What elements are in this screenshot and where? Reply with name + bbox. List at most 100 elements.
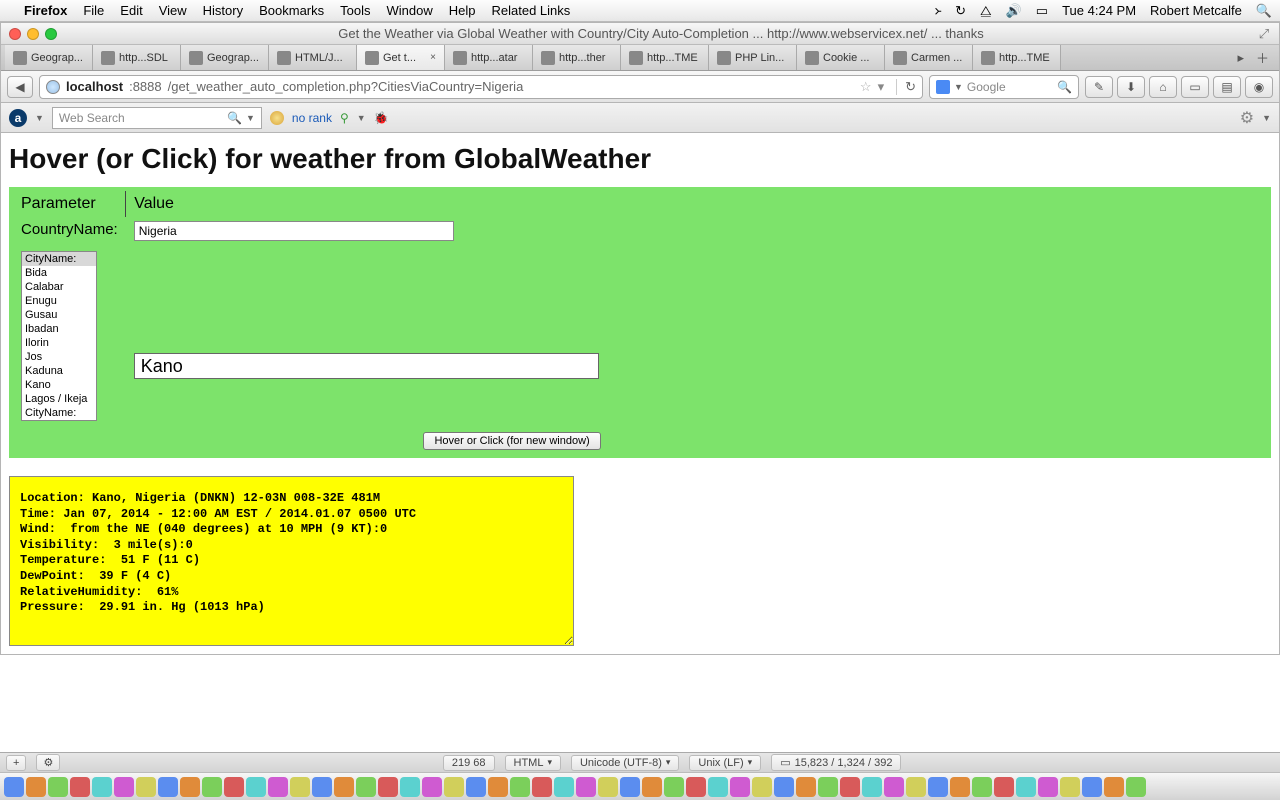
city-listbox-option[interactable]: Kaduna bbox=[22, 364, 96, 378]
dock-app[interactable] bbox=[950, 777, 970, 797]
dock-app[interactable] bbox=[290, 777, 310, 797]
menu-window[interactable]: Window bbox=[387, 3, 433, 18]
city-input[interactable] bbox=[134, 353, 599, 379]
status-mode[interactable]: HTML ▾ bbox=[505, 755, 561, 771]
back-button[interactable]: ◀ bbox=[7, 76, 33, 98]
dock-app[interactable] bbox=[114, 777, 134, 797]
dock-app[interactable] bbox=[488, 777, 508, 797]
bluetooth-icon[interactable]: ᚛ bbox=[934, 3, 941, 19]
browser-tab[interactable]: Carmen ... bbox=[885, 45, 973, 70]
browser-tab[interactable]: Cookie ... bbox=[797, 45, 885, 70]
dock-app[interactable] bbox=[1038, 777, 1058, 797]
menu-related-links[interactable]: Related Links bbox=[492, 3, 571, 18]
no-rank-label[interactable]: no rank bbox=[292, 111, 332, 125]
hover-or-click-button[interactable]: Hover or Click (for new window) bbox=[423, 432, 600, 450]
dock-app[interactable] bbox=[422, 777, 442, 797]
new-tab-button[interactable]: ＋ bbox=[1252, 48, 1273, 67]
toolbar2-options-dropdown-icon[interactable]: ▼ bbox=[357, 113, 366, 123]
dock-app[interactable] bbox=[1126, 777, 1146, 797]
dock-app[interactable] bbox=[224, 777, 244, 797]
toolbar2-bug-icon[interactable]: 🐞 bbox=[374, 111, 389, 125]
dock-app[interactable] bbox=[730, 777, 750, 797]
browser-tab[interactable]: http...TME bbox=[621, 45, 709, 70]
dock-app[interactable] bbox=[576, 777, 596, 797]
dock-app[interactable] bbox=[510, 777, 530, 797]
dropdown-icon[interactable]: ▾ bbox=[878, 79, 885, 95]
status-line-col[interactable]: 219 68 bbox=[443, 755, 495, 771]
dock-app[interactable] bbox=[620, 777, 640, 797]
dock-app[interactable] bbox=[136, 777, 156, 797]
toolbar2-gear-icon[interactable]: ⚙ bbox=[1240, 108, 1254, 128]
dock-app[interactable] bbox=[708, 777, 728, 797]
minimize-window-button[interactable] bbox=[27, 28, 39, 40]
menu-view[interactable]: View bbox=[159, 3, 187, 18]
dock-app[interactable] bbox=[598, 777, 618, 797]
browser-tab[interactable]: Geograp... bbox=[5, 45, 93, 70]
dock-app[interactable] bbox=[312, 777, 332, 797]
menu-help[interactable]: Help bbox=[449, 3, 476, 18]
dock-app[interactable] bbox=[532, 777, 552, 797]
city-listbox-option[interactable]: Kano bbox=[22, 378, 96, 392]
dock-app[interactable] bbox=[642, 777, 662, 797]
dock-app[interactable] bbox=[928, 777, 948, 797]
city-listbox-option[interactable]: Jos bbox=[22, 350, 96, 364]
search-go-icon[interactable]: 🔍 bbox=[1057, 80, 1072, 94]
dock-app[interactable] bbox=[906, 777, 926, 797]
toolbar-btn-5[interactable]: ▤ bbox=[1213, 76, 1241, 98]
dock-app[interactable] bbox=[48, 777, 68, 797]
browser-tab[interactable]: HTML/J... bbox=[269, 45, 357, 70]
browser-tab[interactable]: http...atar bbox=[445, 45, 533, 70]
menubar-clock[interactable]: Tue 4:24 PM bbox=[1062, 3, 1136, 18]
dock-app[interactable] bbox=[466, 777, 486, 797]
dock-app[interactable] bbox=[268, 777, 288, 797]
tab-overflow-button[interactable]: ▸ bbox=[1233, 50, 1248, 66]
toolbar-btn-1[interactable]: ✎ bbox=[1085, 76, 1113, 98]
dock-app[interactable] bbox=[26, 777, 46, 797]
dock-app[interactable] bbox=[378, 777, 398, 797]
menu-edit[interactable]: Edit bbox=[120, 3, 142, 18]
dock-app[interactable] bbox=[400, 777, 420, 797]
dock-app[interactable] bbox=[796, 777, 816, 797]
downloads-button[interactable]: ⬇ bbox=[1117, 76, 1145, 98]
bookmark-star-icon[interactable]: ☆ bbox=[860, 79, 872, 95]
dock-app[interactable] bbox=[444, 777, 464, 797]
web-search-dropdown-icon[interactable]: ▼ bbox=[246, 113, 255, 123]
search-box[interactable]: ▼ Google 🔍 bbox=[929, 75, 1079, 99]
dock-app[interactable] bbox=[92, 777, 112, 797]
dock-app[interactable] bbox=[686, 777, 706, 797]
dock-app[interactable] bbox=[4, 777, 24, 797]
toolbar2-pin-icon[interactable]: ⚲ bbox=[340, 111, 349, 125]
browser-tab[interactable]: http...SDL bbox=[93, 45, 181, 70]
wifi-icon[interactable]: ⧋ bbox=[980, 3, 992, 19]
dock-app[interactable] bbox=[752, 777, 772, 797]
dock-app[interactable] bbox=[1104, 777, 1124, 797]
expand-icon[interactable]: ⤢ bbox=[1257, 26, 1271, 42]
city-listbox-option[interactable]: Ibadan bbox=[22, 322, 96, 336]
status-gear-icon[interactable]: ⚙ bbox=[36, 754, 60, 771]
city-listbox-option[interactable]: CityName: bbox=[22, 406, 96, 420]
menu-history[interactable]: History bbox=[203, 3, 243, 18]
menubar-user[interactable]: Robert Metcalfe bbox=[1150, 3, 1242, 18]
dock-app[interactable] bbox=[180, 777, 200, 797]
city-listbox-option[interactable]: CityName: bbox=[22, 252, 96, 266]
dock-app[interactable] bbox=[840, 777, 860, 797]
site-identity-icon[interactable] bbox=[46, 80, 60, 94]
dock-app[interactable] bbox=[70, 777, 90, 797]
status-line-endings[interactable]: Unix (LF) ▾ bbox=[689, 755, 761, 771]
home-button[interactable]: ⌂ bbox=[1149, 76, 1177, 98]
toolbar2-gear-dropdown-icon[interactable]: ▼ bbox=[1262, 113, 1271, 123]
city-listbox-option[interactable]: Enugu bbox=[22, 294, 96, 308]
web-search-go-icon[interactable]: 🔍 bbox=[227, 111, 242, 125]
sync-icon[interactable]: ↻ bbox=[955, 3, 966, 19]
dock-app[interactable] bbox=[1016, 777, 1036, 797]
search-engine-dropdown-icon[interactable]: ▼ bbox=[954, 82, 963, 92]
browser-tab[interactable]: PHP Lin... bbox=[709, 45, 797, 70]
menu-bookmarks[interactable]: Bookmarks bbox=[259, 3, 324, 18]
spotlight-icon[interactable]: 🔍 bbox=[1256, 3, 1272, 19]
dock-app[interactable] bbox=[884, 777, 904, 797]
dock-app[interactable] bbox=[972, 777, 992, 797]
dock-app[interactable] bbox=[554, 777, 574, 797]
dock-app[interactable] bbox=[994, 777, 1014, 797]
tab-close-icon[interactable]: × bbox=[430, 52, 436, 63]
dock-app[interactable] bbox=[246, 777, 266, 797]
